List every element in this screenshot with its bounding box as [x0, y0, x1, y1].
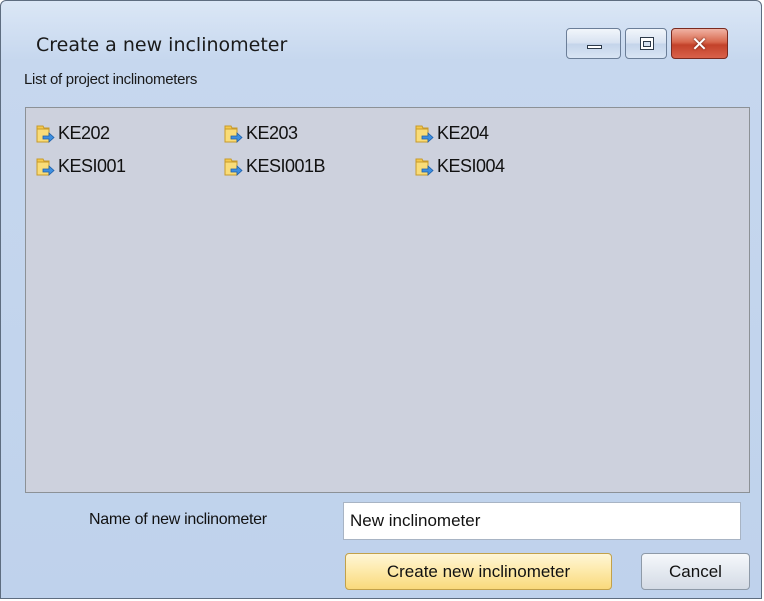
list-item-label: KE203: [246, 122, 298, 143]
folder-shortcut-icon: [415, 125, 434, 143]
minimize-button[interactable]: [566, 28, 621, 59]
list-item-label: KE204: [437, 122, 489, 143]
list-item[interactable]: KESI004: [414, 154, 505, 178]
maximize-icon: [640, 37, 654, 50]
cancel-button[interactable]: Cancel: [641, 553, 750, 590]
close-icon: ✕: [691, 31, 708, 56]
folder-shortcut-icon: [36, 125, 55, 143]
folder-shortcut-icon: [224, 125, 243, 143]
list-item-label: KESI001: [58, 155, 126, 176]
list-item[interactable]: KESI001: [35, 154, 126, 178]
window-title: Create a new inclinometer: [36, 34, 288, 56]
list-item-label: KESI001B: [246, 155, 326, 176]
name-field-label: Name of new inclinometer: [89, 511, 267, 528]
list-item-label: KE202: [58, 122, 110, 143]
close-button[interactable]: ✕: [671, 28, 728, 59]
list-item[interactable]: KE202: [35, 121, 110, 145]
create-button[interactable]: Create new inclinometer: [345, 553, 612, 590]
folder-shortcut-icon: [36, 158, 55, 176]
list-item[interactable]: KESI001B: [223, 154, 326, 178]
list-label: List of project inclinometers: [24, 71, 198, 88]
name-input[interactable]: [343, 502, 741, 540]
list-item[interactable]: KE204: [414, 121, 489, 145]
list-item[interactable]: KE203: [223, 121, 298, 145]
folder-shortcut-icon: [415, 158, 434, 176]
maximize-button[interactable]: [625, 28, 667, 59]
minimize-icon: [587, 45, 602, 49]
list-item-label: KESI004: [437, 155, 505, 176]
inclinometer-list[interactable]: KE202 KE203 KE204 KESI001 KESI001B KESI0…: [25, 107, 750, 493]
folder-shortcut-icon: [224, 158, 243, 176]
